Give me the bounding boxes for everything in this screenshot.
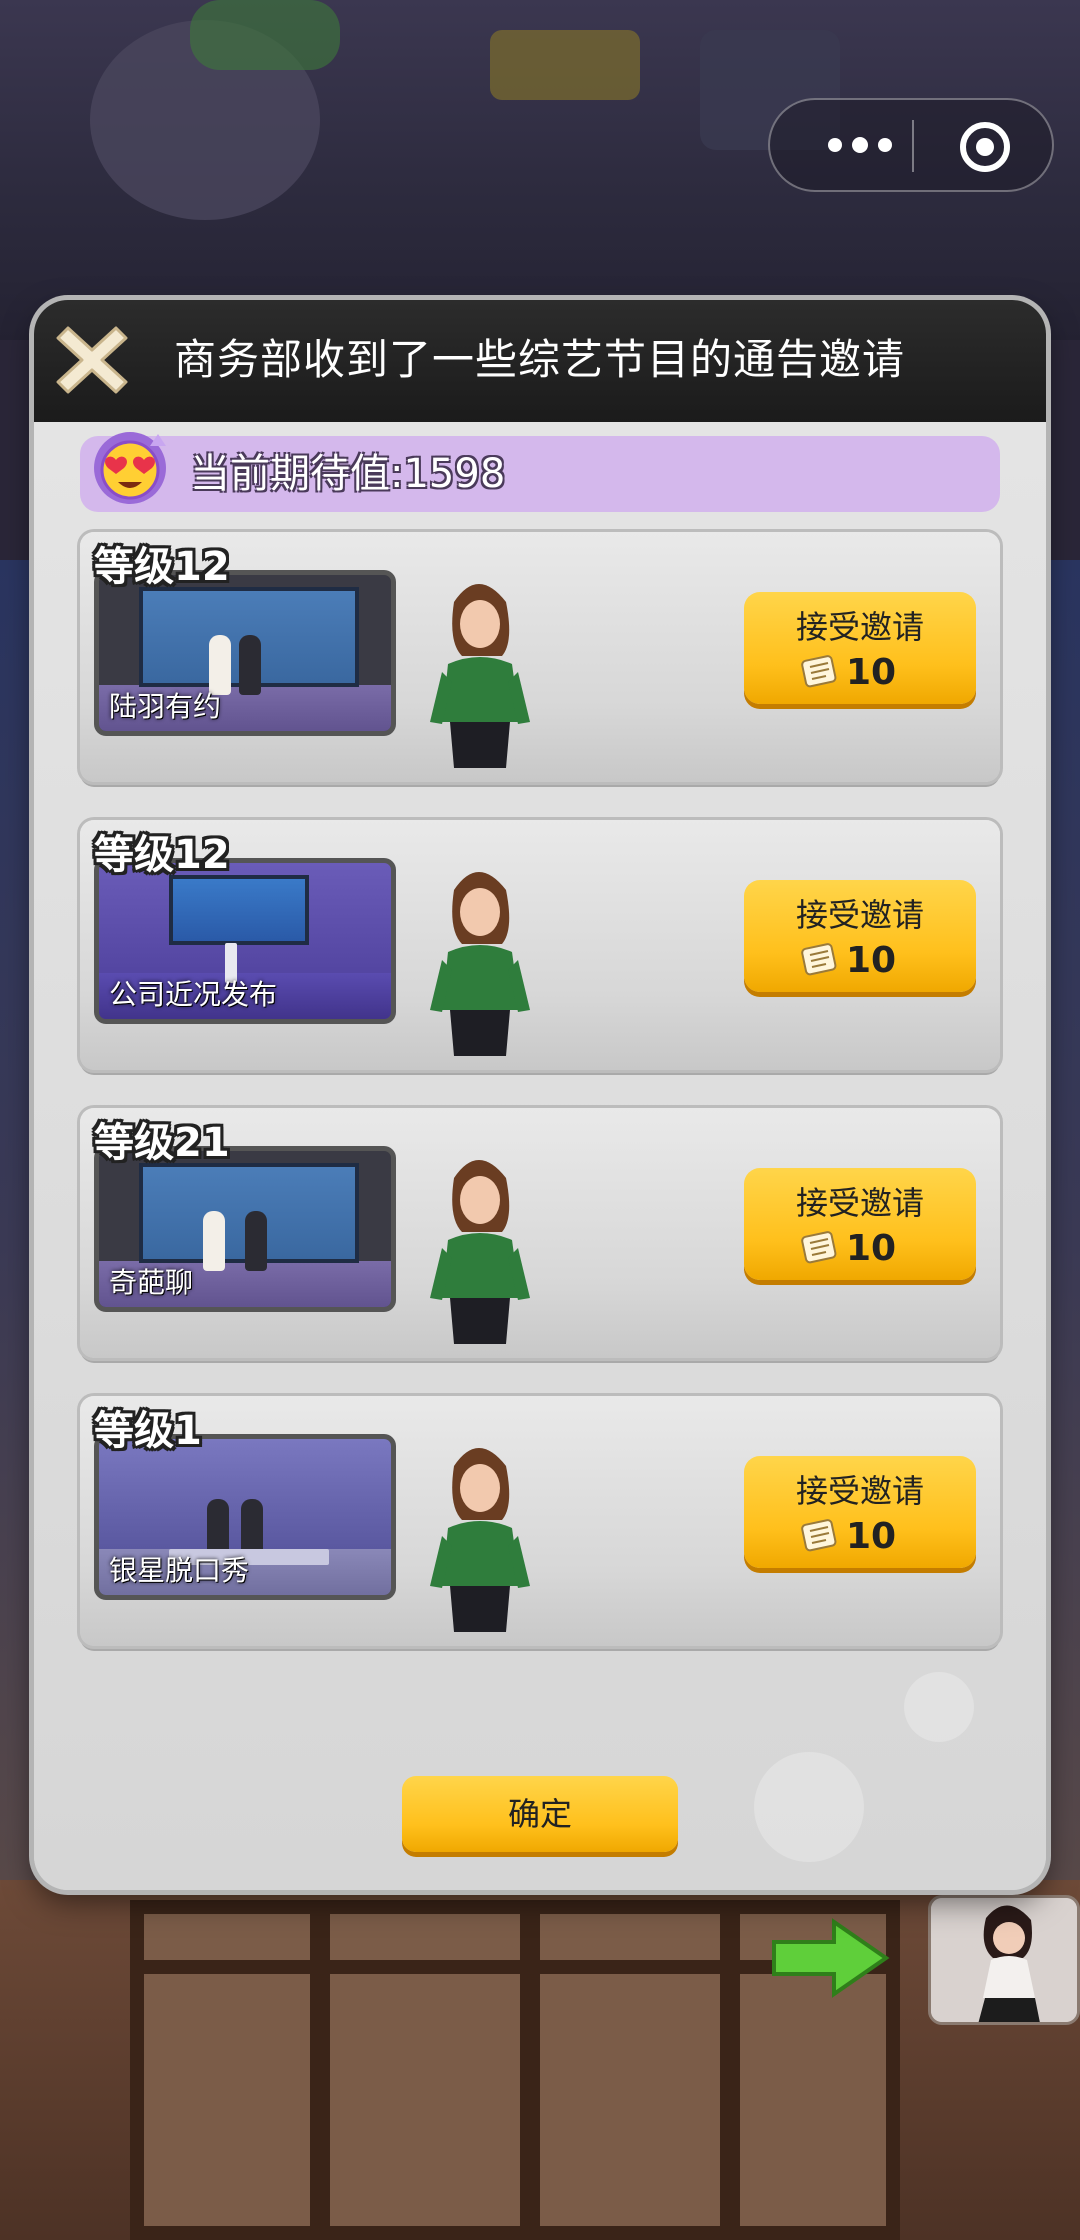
accept-label: 接受邀请 bbox=[795, 1472, 924, 1510]
host-character bbox=[430, 1160, 530, 1344]
accept-label: 接受邀请 bbox=[795, 896, 924, 934]
scroll-ticket-icon bbox=[801, 1519, 837, 1552]
invitation-dialog: 商务部收到了一些综艺节目的通告邀请 当前期待值:1598 等级12 陆羽有约 接… bbox=[34, 300, 1046, 1890]
accept-invitation-button[interactable]: 接受邀请 10 bbox=[744, 1456, 976, 1568]
show-thumbnail: 公司近况发布 bbox=[94, 858, 396, 1024]
show-name: 公司近况发布 bbox=[109, 978, 278, 1011]
dialog-title: 商务部收到了一些综艺节目的通告邀请 bbox=[174, 335, 906, 384]
host-figure bbox=[239, 635, 261, 695]
door-bar bbox=[720, 1900, 740, 2240]
side-character-card[interactable] bbox=[928, 1895, 1080, 2025]
capsule-close-icon[interactable] bbox=[960, 122, 1010, 172]
background-circle bbox=[754, 1752, 864, 1862]
level-label: 等级1 bbox=[94, 1408, 202, 1454]
scroll-ticket-icon bbox=[801, 655, 837, 688]
cost-value: 10 bbox=[846, 1227, 897, 1269]
door-bar bbox=[520, 1900, 540, 2240]
expectation-bar: 当前期待值:1598 bbox=[80, 432, 1000, 512]
background-wall-right bbox=[1040, 560, 1080, 1920]
show-name: 陆羽有约 bbox=[109, 690, 222, 723]
cost-display: 10 bbox=[800, 1226, 896, 1270]
host-character bbox=[430, 1448, 530, 1632]
stage-screen bbox=[169, 875, 309, 945]
show-invitation-card: 等级1 银星脱口秀 接受邀请 10 bbox=[80, 1396, 1000, 1646]
background-shape bbox=[190, 0, 340, 70]
host-character bbox=[430, 584, 530, 768]
accept-invitation-button[interactable]: 接受邀请 10 bbox=[744, 880, 976, 992]
cost-value: 10 bbox=[846, 939, 897, 981]
character-avatar bbox=[931, 1898, 1077, 2022]
show-invitation-card: 等级21 奇葩聊 接受邀请 10 bbox=[80, 1108, 1000, 1358]
background-shape bbox=[490, 30, 640, 100]
dialog-body: 当前期待值:1598 等级12 陆羽有约 接受邀请 10 等级12 公司近况发布… bbox=[34, 422, 1046, 1890]
host-figure bbox=[245, 1211, 267, 1271]
heart-eyes-emoji-icon bbox=[94, 432, 166, 504]
scroll-ticket-icon bbox=[801, 1231, 837, 1264]
dialog-header: 商务部收到了一些综艺节目的通告邀请 bbox=[34, 300, 1046, 422]
accept-invitation-button[interactable]: 接受邀请 10 bbox=[744, 1168, 976, 1280]
accept-label: 接受邀请 bbox=[795, 1184, 924, 1222]
green-arrow-icon bbox=[772, 1918, 890, 1998]
cost-display: 10 bbox=[800, 1514, 896, 1558]
confirm-button[interactable]: 确定 bbox=[402, 1776, 678, 1852]
show-thumbnail: 银星脱口秀 bbox=[94, 1434, 396, 1600]
cost-value: 10 bbox=[846, 651, 897, 693]
scroll-ticket-icon bbox=[801, 943, 837, 976]
show-thumbnail: 陆羽有约 bbox=[94, 570, 396, 736]
close-x-icon[interactable] bbox=[54, 322, 130, 398]
cost-display: 10 bbox=[800, 938, 896, 982]
show-name: 奇葩聊 bbox=[109, 1266, 194, 1299]
guest-figure bbox=[203, 1211, 225, 1271]
show-invitation-card: 等级12 公司近况发布 接受邀请 10 bbox=[80, 820, 1000, 1070]
background-circle bbox=[904, 1672, 974, 1742]
level-label: 等级21 bbox=[94, 1120, 230, 1166]
level-label: 等级12 bbox=[94, 544, 230, 590]
accept-invitation-button[interactable]: 接受邀请 10 bbox=[744, 592, 976, 704]
capsule-divider bbox=[912, 120, 914, 172]
show-thumbnail: 奇葩聊 bbox=[94, 1146, 396, 1312]
accept-label: 接受邀请 bbox=[795, 608, 924, 646]
expectation-value: 当前期待值:1598 bbox=[190, 451, 506, 497]
level-label: 等级12 bbox=[94, 832, 230, 878]
mini-program-capsule bbox=[768, 98, 1054, 192]
door-bar bbox=[310, 1900, 330, 2240]
show-name: 银星脱口秀 bbox=[109, 1554, 250, 1587]
cost-value: 10 bbox=[846, 1515, 897, 1557]
more-dots-icon[interactable] bbox=[810, 100, 910, 190]
show-invitation-card: 等级12 陆羽有约 接受邀请 10 bbox=[80, 532, 1000, 782]
cost-display: 10 bbox=[800, 650, 896, 694]
host-character bbox=[430, 872, 530, 1056]
